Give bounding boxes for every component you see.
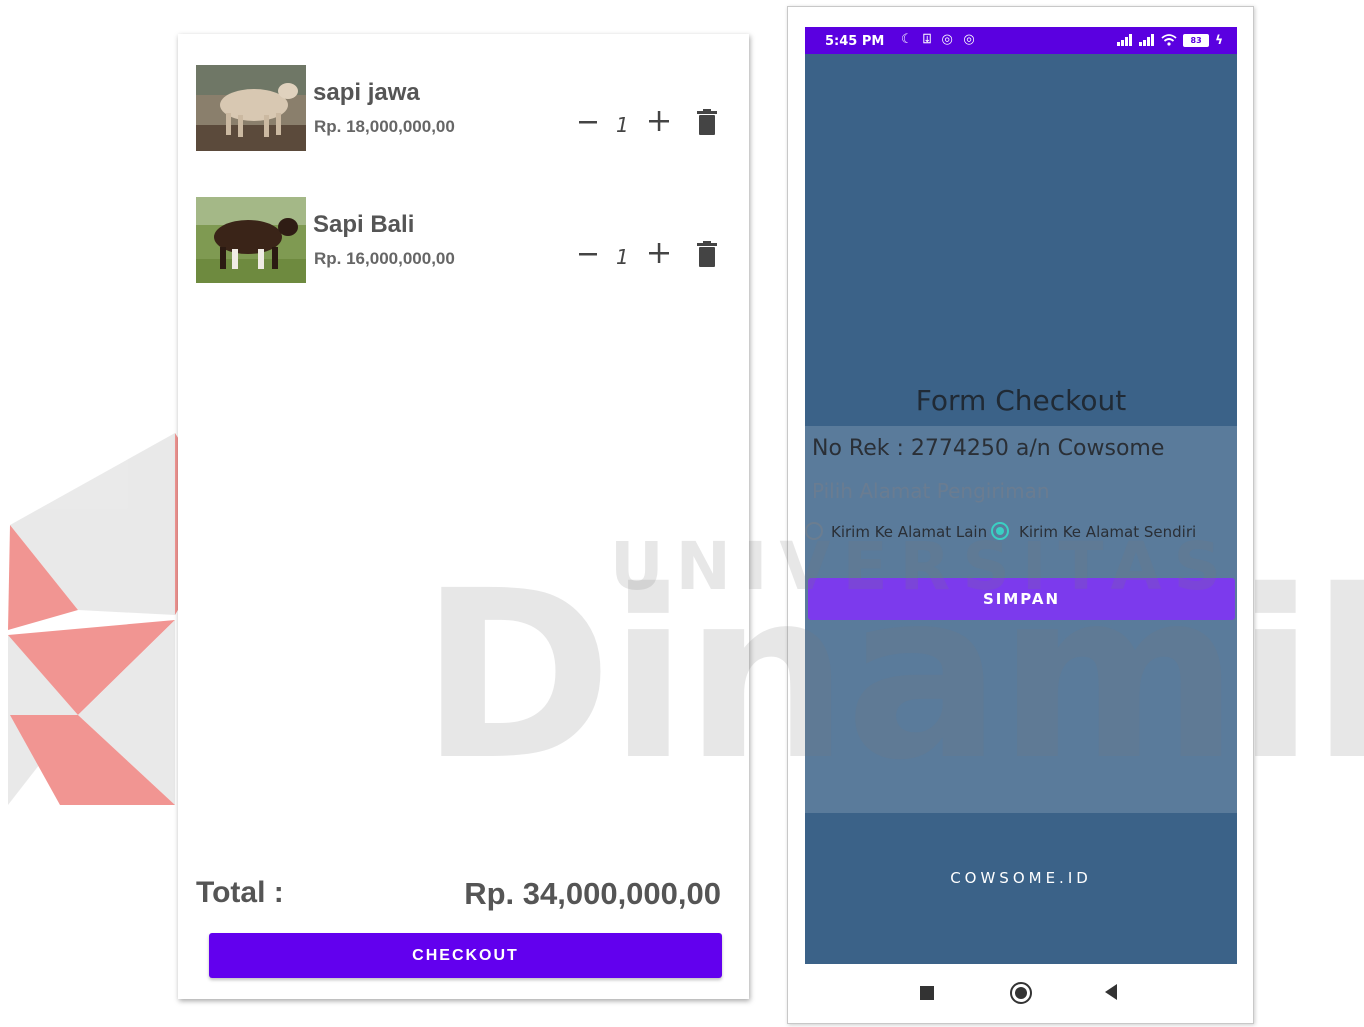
item-name: sapi jawa bbox=[313, 79, 420, 106]
total-value: Rp. 34,000,000,00 bbox=[464, 876, 721, 911]
android-nav-bar bbox=[805, 964, 1237, 1024]
charging-icon: ϟ bbox=[1215, 33, 1223, 47]
signal-icon bbox=[1117, 34, 1133, 46]
footer-brand: COWSOME.ID bbox=[950, 869, 1092, 887]
checkout-button[interactable]: CHECKOUT bbox=[209, 933, 722, 978]
triangle-back-icon[interactable] bbox=[1105, 984, 1117, 1000]
status-time: 5:45 PM bbox=[825, 34, 885, 49]
status-bar: 5:45 PM ☾ ⍗ ◎ ◎ 83 ϟ bbox=[805, 27, 1237, 54]
watermark-dinamika: Dinamika bbox=[420, 541, 1364, 811]
checkout-form-screen: Form Checkout No Rek : 2774250 a/n Cowso… bbox=[805, 54, 1237, 964]
system-icons: 83 ϟ bbox=[1117, 33, 1223, 47]
wifi-icon bbox=[1161, 34, 1177, 46]
minus-icon[interactable] bbox=[578, 244, 598, 264]
minus-icon[interactable] bbox=[578, 112, 598, 132]
item-quantity: 1 bbox=[616, 113, 629, 137]
total-label: Total : bbox=[196, 876, 284, 909]
cart-item: sapi jawa Rp. 18,000,000,00 1 bbox=[196, 65, 731, 151]
signal-icon-2 bbox=[1139, 34, 1155, 46]
item-price: Rp. 16,000,000,00 bbox=[314, 249, 455, 268]
cart-item: Sapi Bali Rp. 16,000,000,00 1 bbox=[196, 197, 731, 283]
item-quantity: 1 bbox=[616, 245, 629, 269]
trash-icon[interactable] bbox=[697, 109, 717, 135]
circle-icon[interactable] bbox=[1010, 982, 1032, 1004]
trash-icon[interactable] bbox=[697, 241, 717, 267]
item-name: Sapi Bali bbox=[313, 211, 415, 238]
notification-icons: ☾ ⍗ ◎ ◎ bbox=[901, 32, 978, 47]
bank-account-text: No Rek : 2774250 a/n Cowsome bbox=[812, 436, 1165, 461]
plus-icon[interactable] bbox=[648, 242, 670, 264]
phone-frame: 5:45 PM ☾ ⍗ ◎ ◎ 83 ϟ Form Checkout No Re… bbox=[787, 6, 1254, 1024]
item-price: Rp. 18,000,000,00 bbox=[314, 117, 455, 136]
cow-photo-sapi-bali bbox=[196, 197, 306, 283]
battery-icon: 83 bbox=[1183, 33, 1210, 47]
plus-icon[interactable] bbox=[648, 110, 670, 132]
form-title: Form Checkout bbox=[915, 384, 1127, 417]
cart-screen: sapi jawa Rp. 18,000,000,00 1 Sapi Bali … bbox=[178, 34, 749, 999]
cow-photo-sapi-jawa bbox=[196, 65, 306, 151]
square-icon[interactable] bbox=[920, 986, 934, 1000]
shipping-address-hint: Pilih Alamat Pengiriman bbox=[812, 479, 1050, 503]
